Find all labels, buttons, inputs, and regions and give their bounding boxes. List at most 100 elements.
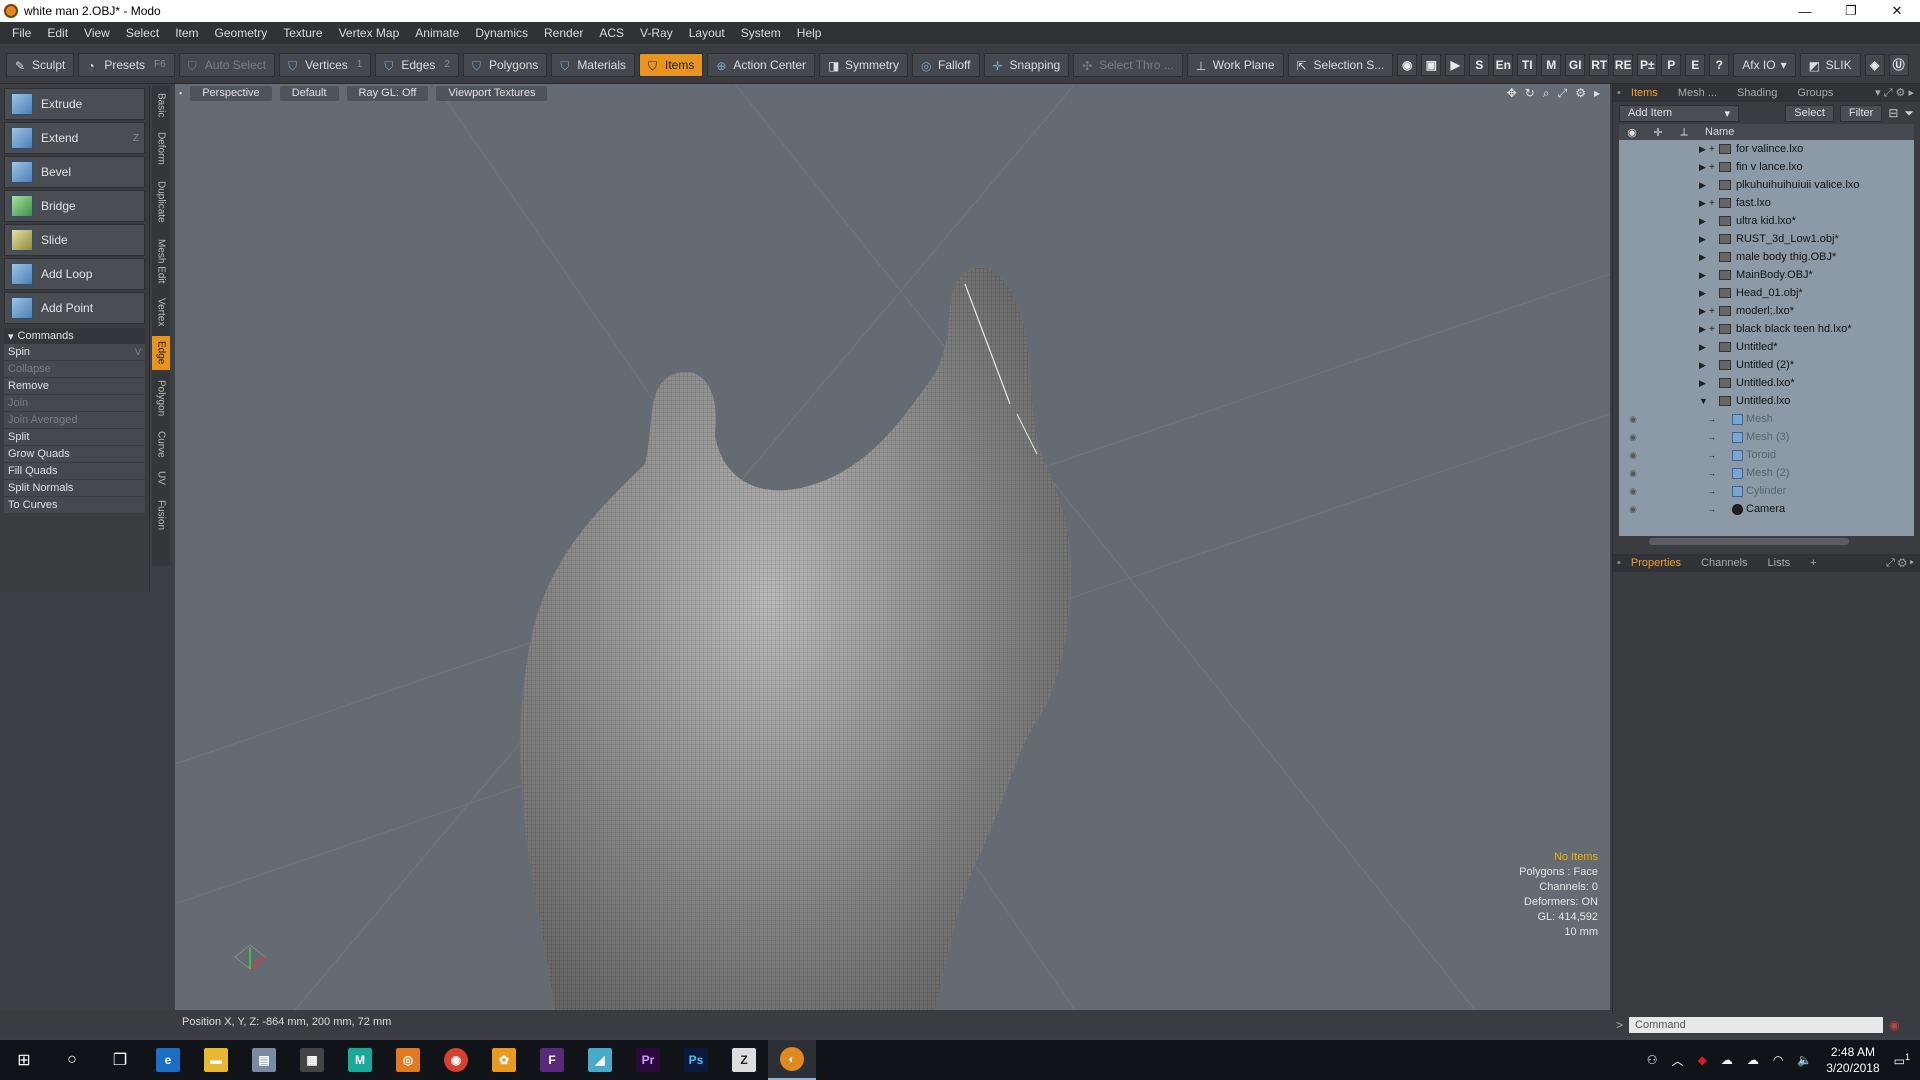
list-item[interactable]: ▶ MainBody.OBJ*: [1619, 266, 1914, 284]
expand-arrow-icon[interactable]: ▶: [1699, 252, 1706, 263]
tb-p-button[interactable]: P: [1661, 53, 1682, 76]
funnel-icon[interactable]: ⏷: [1904, 106, 1914, 121]
lock-icon[interactable]: ✛: [1645, 126, 1671, 139]
notification-icon[interactable]: ▭1: [1894, 1052, 1910, 1068]
list-item[interactable]: ▶ Untitled.lxo*: [1619, 374, 1914, 392]
action-center-button[interactable]: ⊕ Action Center: [707, 52, 816, 77]
3d-viewport[interactable]: ▪ Perspective Default Ray GL: Off Viewpo…: [175, 84, 1610, 1010]
list-item[interactable]: ▶ male body thig.OBJ*: [1619, 248, 1914, 266]
people-icon[interactable]: ⚇: [1647, 1053, 1658, 1067]
hand-mesh[interactable]: [520, 267, 1072, 1010]
list-item[interactable]: ▶ + for valince.lxo: [1619, 140, 1914, 158]
commands-header[interactable]: ▾ Commands: [4, 328, 145, 344]
menu-select[interactable]: Select: [118, 26, 167, 40]
symmetry-button[interactable]: ◨ Symmetry: [819, 52, 909, 77]
tb-pplus-button[interactable]: P±: [1637, 53, 1658, 76]
vtab-fusion[interactable]: Fusion: [152, 494, 170, 536]
add-tab-button[interactable]: +: [1800, 557, 1826, 569]
menu-system[interactable]: System: [733, 26, 789, 40]
list-item[interactable]: ▶ Untitled (2)*: [1619, 356, 1914, 374]
tab-items[interactable]: Items: [1621, 87, 1668, 99]
tb-rt-button[interactable]: RT: [1589, 53, 1610, 76]
viewport-textures-button[interactable]: Viewport Textures: [436, 85, 548, 101]
explorer-app[interactable]: ▬: [192, 1040, 240, 1080]
unreal-icon[interactable]: Ⓤ: [1888, 53, 1909, 76]
mcafee-icon[interactable]: ◆: [1698, 1053, 1707, 1067]
link-icon[interactable]: ⟂: [1671, 126, 1697, 139]
cmd-split[interactable]: Split: [4, 429, 145, 446]
maya-app[interactable]: M: [336, 1040, 384, 1080]
vtab-uv[interactable]: UV: [152, 466, 170, 490]
menu-view[interactable]: View: [76, 26, 118, 40]
list-item[interactable]: ◉ → Mesh (3): [1619, 428, 1914, 446]
menu-texture[interactable]: Texture: [275, 26, 330, 40]
list-item[interactable]: ▶ + fast.lxo: [1619, 194, 1914, 212]
vtab-deform[interactable]: Deform: [152, 126, 170, 170]
tb-ti-button[interactable]: TI: [1517, 53, 1538, 76]
list-item[interactable]: ◉ → Camera: [1619, 500, 1914, 518]
cmd-join-averaged[interactable]: Join Averaged: [4, 412, 145, 429]
tb-gi-button[interactable]: GI: [1565, 53, 1586, 76]
expand-arrow-icon[interactable]: ▶: [1699, 162, 1706, 173]
expand-arrow-icon[interactable]: ▶: [1699, 270, 1706, 281]
viewport-expand-icon[interactable]: ▸: [1594, 86, 1600, 101]
cloud-icon[interactable]: ☁: [1721, 1053, 1733, 1067]
menu-geometry[interactable]: Geometry: [207, 26, 276, 40]
list-item[interactable]: ▶ + black black teen hd.lxo*: [1619, 320, 1914, 338]
menu-edit[interactable]: Edit: [39, 26, 76, 40]
render-icon[interactable]: ▣: [1421, 53, 1442, 76]
name-column-header[interactable]: Name: [1705, 126, 1734, 138]
extend-button[interactable]: Extend Z: [4, 122, 145, 154]
list-item[interactable]: ▶ + moderl;.lxo*: [1619, 302, 1914, 320]
list-item[interactable]: ▶ ultra kid.lxo*: [1619, 212, 1914, 230]
tab-shading[interactable]: Shading: [1727, 87, 1787, 99]
fit-icon[interactable]: ⤢: [1558, 86, 1568, 101]
tb-m-button[interactable]: M: [1541, 53, 1562, 76]
list-item[interactable]: ◉ → Mesh: [1619, 410, 1914, 428]
expand-arrow-icon[interactable]: ▶: [1699, 198, 1706, 209]
tb-e-button[interactable]: E: [1685, 53, 1706, 76]
volume-icon[interactable]: 🔈: [1797, 1053, 1812, 1067]
close-button[interactable]: ✕: [1874, 0, 1920, 22]
premiere-app[interactable]: Pr: [624, 1040, 672, 1080]
list-item[interactable]: ▶ Head_01.obj*: [1619, 284, 1914, 302]
cmd-to-curves[interactable]: To Curves: [4, 497, 145, 514]
rotate-icon[interactable]: ↻: [1525, 86, 1535, 101]
cmd-fill-quads[interactable]: Fill Quads: [4, 463, 145, 480]
command-input[interactable]: Command: [1629, 1017, 1884, 1033]
orange-app[interactable]: ◎: [384, 1040, 432, 1080]
slide-button[interactable]: Slide: [4, 224, 145, 256]
scrollbar-thumb[interactable]: [1649, 538, 1849, 545]
menu-vray[interactable]: V-Ray: [632, 26, 681, 40]
camera-icon[interactable]: ◉: [1397, 53, 1418, 76]
afx-io-dropdown[interactable]: Afx IO ▾: [1733, 52, 1796, 77]
chevron-up-icon[interactable]: ︿: [1672, 1052, 1684, 1069]
add-point-button[interactable]: Add Point: [4, 292, 145, 324]
eye-icon[interactable]: ◉: [1619, 432, 1647, 443]
work-plane-button[interactable]: ⊥ Work Plane: [1186, 52, 1284, 77]
tb-en-button[interactable]: En: [1493, 53, 1514, 76]
expand-arrow-icon[interactable]: ▶: [1699, 342, 1706, 353]
cmd-spin[interactable]: Spin V: [4, 344, 145, 361]
tab-mesh[interactable]: Mesh ...: [1668, 87, 1727, 99]
vtab-curve[interactable]: Curve: [152, 426, 170, 462]
vtab-mesh-edit[interactable]: Mesh Edit: [152, 234, 170, 288]
vtab-duplicate[interactable]: Duplicate: [152, 174, 170, 230]
menu-animate[interactable]: Animate: [407, 26, 467, 40]
snapping-button[interactable]: ✛ Snapping: [983, 52, 1070, 77]
onedrive-icon[interactable]: ☁: [1747, 1053, 1759, 1067]
slik-button[interactable]: ◩ SLIK: [1799, 52, 1861, 77]
shading-dropdown[interactable]: Default: [279, 85, 339, 101]
expand-arrow-icon[interactable]: ▶: [1699, 288, 1706, 299]
vtab-edge[interactable]: Edge: [152, 336, 170, 370]
cmd-split-normals[interactable]: Split Normals: [4, 480, 145, 497]
edge-app[interactable]: e: [144, 1040, 192, 1080]
vtab-basic[interactable]: Basic: [152, 88, 170, 122]
list-item[interactable]: ◉ → Cylinder: [1619, 482, 1914, 500]
f-app[interactable]: F: [528, 1040, 576, 1080]
panel-options-icons[interactable]: ▾ ⤢ ⚙ ▸: [1875, 86, 1920, 100]
panel-menu-icon[interactable]: ▪: [1613, 557, 1621, 569]
list-item[interactable]: ▶ + fin v lance.lxo: [1619, 158, 1914, 176]
select-button[interactable]: Select: [1785, 104, 1834, 122]
expand-arrow-icon[interactable]: ▶: [1699, 216, 1706, 227]
